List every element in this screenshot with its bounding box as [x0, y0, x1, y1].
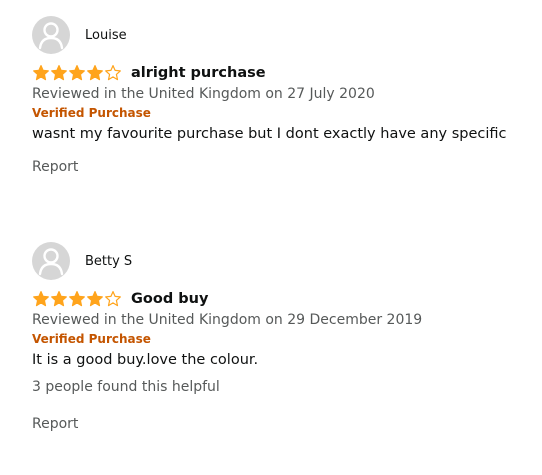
avatar[interactable] — [32, 16, 70, 54]
star-filled-icon — [69, 291, 85, 307]
reviewer-name[interactable]: Louise — [85, 28, 127, 43]
star-filled-icon — [87, 65, 103, 81]
star-rating[interactable] — [32, 290, 122, 308]
star-empty-icon — [105, 65, 121, 81]
reviewer-profile[interactable]: Betty S — [32, 242, 542, 280]
report-link[interactable]: Report — [32, 416, 542, 432]
star-rating[interactable] — [32, 64, 122, 82]
helpful-count: 3 people found this helpful — [32, 379, 220, 395]
star-filled-icon — [51, 291, 67, 307]
verified-purchase-badge[interactable]: Verified Purchase — [32, 106, 542, 120]
avatar[interactable] — [32, 242, 70, 280]
star-filled-icon — [33, 65, 49, 81]
review-title[interactable]: Good buy — [131, 291, 208, 307]
user-silhouette-icon — [38, 22, 64, 50]
star-filled-icon — [69, 65, 85, 81]
report-link[interactable]: Report — [32, 159, 542, 175]
reviewer-name[interactable]: Betty S — [85, 254, 132, 269]
review-text: It is a good buy.love the colour. — [32, 352, 259, 368]
review-card: Betty S Good buy Reviewed in the United … — [32, 242, 542, 432]
verified-purchase-badge[interactable]: Verified Purchase — [32, 332, 542, 346]
review-text: wasnt my favourite purchase but I dont e… — [32, 126, 507, 142]
reviewer-profile[interactable]: Louise — [32, 16, 542, 54]
review-card: Louise alright purchase Reviewed in the … — [32, 16, 542, 175]
review-date: Reviewed in the United Kingdom on 27 Jul… — [32, 86, 375, 102]
star-filled-icon — [87, 291, 103, 307]
review-date: Reviewed in the United Kingdom on 29 Dec… — [32, 312, 423, 328]
star-filled-icon — [33, 291, 49, 307]
star-filled-icon — [51, 65, 67, 81]
user-silhouette-icon — [38, 248, 64, 276]
star-empty-icon — [105, 291, 121, 307]
review-title[interactable]: alright purchase — [131, 65, 266, 81]
